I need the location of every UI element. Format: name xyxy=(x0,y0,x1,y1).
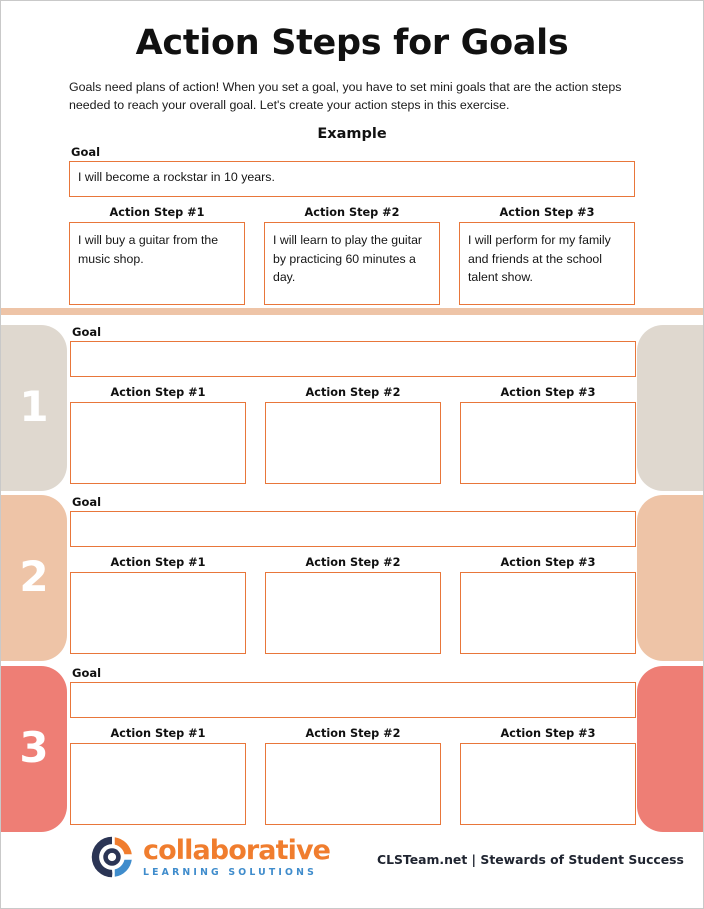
section-3-steps-row: Action Step #1 Action Step #2 Action Ste… xyxy=(70,727,636,825)
section-2-step-3: Action Step #3 xyxy=(460,556,636,654)
brand-logo: collaborative LEARNING SOLUTIONS xyxy=(89,834,331,880)
section-3-step-3-input[interactable] xyxy=(460,743,636,825)
section-2-left-tab: 2 xyxy=(1,495,67,661)
section-3-step-1-input[interactable] xyxy=(70,743,246,825)
section-3-step-2-label: Action Step #2 xyxy=(305,727,401,740)
example-goal-label: Goal xyxy=(71,145,101,160)
section-2-step-2: Action Step #2 xyxy=(265,556,441,654)
section-1-step-1: Action Step #1 xyxy=(70,386,246,484)
example-step-2-label: Action Step #2 xyxy=(304,206,400,220)
section-1-step-3: Action Step #3 xyxy=(460,386,636,484)
section-1-step-2-label: Action Step #2 xyxy=(305,386,401,399)
section-1-step-2: Action Step #2 xyxy=(265,386,441,484)
section-1-goal-label: Goal xyxy=(72,325,102,339)
section-2-right-tab xyxy=(637,495,703,661)
section-1-goal-input[interactable] xyxy=(70,341,636,377)
section-1-right-tab xyxy=(637,325,703,491)
example-step-1: Action Step #1 I will buy a guitar from … xyxy=(69,206,245,306)
header: Action Steps for Goals Goals need plans … xyxy=(1,1,703,142)
example-step-3: Action Step #3 I will perform for my fam… xyxy=(459,206,635,306)
section-2-step-3-input[interactable] xyxy=(460,572,636,654)
section-3-goal-label: Goal xyxy=(72,666,102,680)
footer: collaborative LEARNING SOLUTIONS CLSTeam… xyxy=(1,830,703,886)
section-1-number: 1 xyxy=(19,382,49,432)
section-1-left-tab: 1 xyxy=(1,325,67,491)
page-title: Action Steps for Goals xyxy=(135,23,569,63)
section-3-right-tab xyxy=(637,666,703,832)
section-2-step-2-input[interactable] xyxy=(265,572,441,654)
example-step-2-box: I will learn to play the guitar by pract… xyxy=(264,222,440,306)
section-2-goal-label: Goal xyxy=(72,495,102,509)
section-3-left-tab: 3 xyxy=(1,666,67,832)
example-block: Goal I will become a rockstar in 10 year… xyxy=(69,145,635,306)
section-1-step-2-input[interactable] xyxy=(265,402,441,484)
section-2-step-1: Action Step #1 xyxy=(70,556,246,654)
intro-paragraph: Goals need plans of action! When you set… xyxy=(69,80,622,112)
example-step-3-box: I will perform for my family and friends… xyxy=(459,222,635,306)
section-2-steps-row: Action Step #1 Action Step #2 Action Ste… xyxy=(70,556,636,654)
section-3-step-3-label: Action Step #3 xyxy=(500,727,596,740)
section-3-step-2-input[interactable] xyxy=(265,743,441,825)
section-1-steps-row: Action Step #1 Action Step #2 Action Ste… xyxy=(70,386,636,484)
section-3-number: 3 xyxy=(19,723,49,773)
section-3-step-1: Action Step #1 xyxy=(70,727,246,825)
example-step-1-label: Action Step #1 xyxy=(109,206,205,220)
logo-wordmark: collaborative LEARNING SOLUTIONS xyxy=(143,834,331,878)
section-2-step-2-label: Action Step #2 xyxy=(305,556,401,569)
section-1-step-1-input[interactable] xyxy=(70,402,246,484)
footer-tagline: CLSTeam.net | Stewards of Student Succes… xyxy=(377,852,684,867)
example-goal-box: I will become a rockstar in 10 years. xyxy=(69,161,635,198)
example-step-1-box: I will buy a guitar from the music shop. xyxy=(69,222,245,306)
example-heading: Example xyxy=(317,126,387,143)
worksheet-page: Action Steps for Goals Goals need plans … xyxy=(0,0,704,909)
goal-section-2: 2 Goal Action Step #1 Action Step #2 Act… xyxy=(1,495,703,661)
goal-section-3: 3 Goal Action Step #1 Action Step #2 Act… xyxy=(1,666,703,832)
goal-section-1: 1 Goal Action Step #1 Action Step #2 Act… xyxy=(1,325,703,491)
collaborative-circle-logo-icon xyxy=(91,836,132,878)
section-divider xyxy=(1,308,703,315)
section-3-step-1-label: Action Step #1 xyxy=(110,727,206,740)
section-1-step-3-input[interactable] xyxy=(460,402,636,484)
section-1-step-1-label: Action Step #1 xyxy=(110,386,206,399)
section-3-body: Goal Action Step #1 Action Step #2 Actio… xyxy=(70,666,636,825)
section-1-body: Goal Action Step #1 Action Step #2 Actio… xyxy=(70,325,636,484)
example-steps-row: Action Step #1 I will buy a guitar from … xyxy=(69,206,635,306)
example-step-2: Action Step #2 I will learn to play the … xyxy=(264,206,440,306)
section-2-number: 2 xyxy=(19,552,49,602)
example-step-3-label: Action Step #3 xyxy=(499,206,595,220)
section-3-step-2: Action Step #2 xyxy=(265,727,441,825)
section-2-step-1-input[interactable] xyxy=(70,572,246,654)
logo-word: collaborative xyxy=(143,834,331,866)
section-2-step-3-label: Action Step #3 xyxy=(500,556,596,569)
section-3-goal-input[interactable] xyxy=(70,682,636,718)
section-2-step-1-label: Action Step #1 xyxy=(110,556,206,569)
section-3-step-3: Action Step #3 xyxy=(460,727,636,825)
section-2-body: Goal Action Step #1 Action Step #2 Actio… xyxy=(70,495,636,654)
logo-subtitle: LEARNING SOLUTIONS xyxy=(143,866,318,878)
section-1-step-3-label: Action Step #3 xyxy=(500,386,596,399)
section-2-goal-input[interactable] xyxy=(70,511,636,547)
